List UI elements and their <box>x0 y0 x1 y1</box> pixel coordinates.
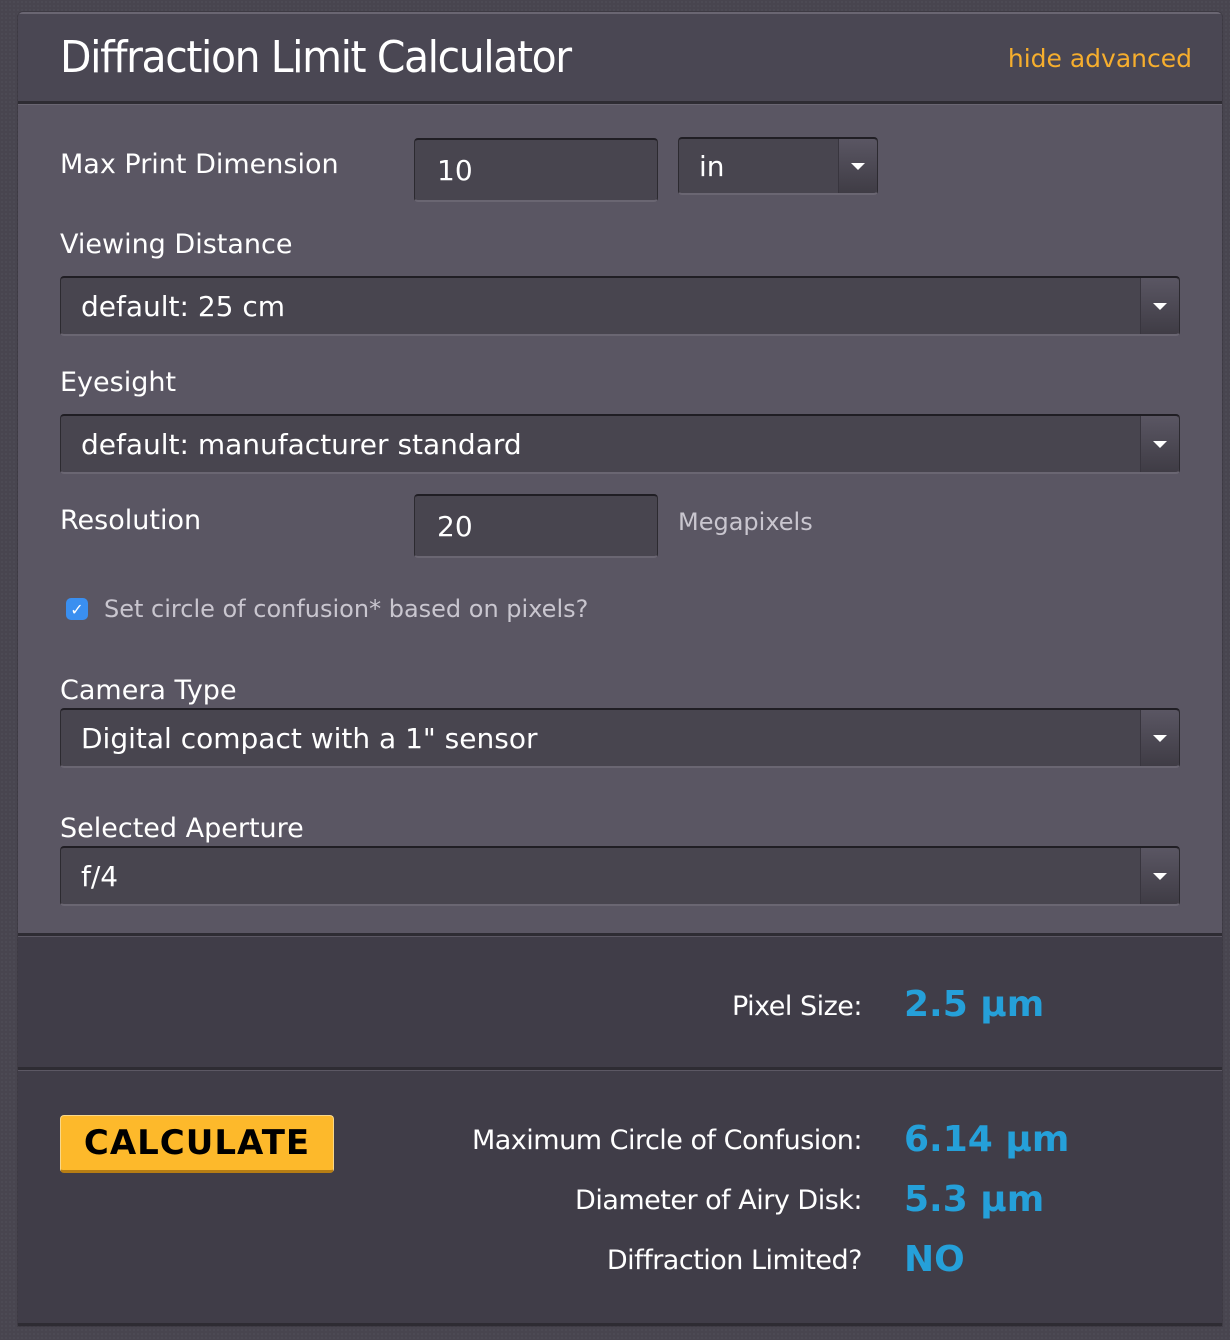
diffraction-limited-label: Diffraction Limited? <box>606 1245 863 1276</box>
page-title: Diffraction Limit Calculator <box>60 32 572 83</box>
resolution-label: Resolution <box>60 505 202 536</box>
pixel-size-value: 2.5 µm <box>904 984 1045 1025</box>
chevron-down-icon <box>1153 302 1167 310</box>
eyesight-value: default: manufacturer standard <box>81 427 522 461</box>
eyesight-select[interactable]: default: manufacturer standard <box>60 414 1180 474</box>
diffraction-limited-value: NO <box>904 1239 965 1280</box>
aperture-select[interactable]: f/4 <box>60 846 1180 906</box>
calculator-header: Diffraction Limit Calculator hide advanc… <box>18 12 1222 104</box>
results-section: CALCULATE Maximum Circle of Confusion: 6… <box>18 1070 1222 1326</box>
aperture-value: f/4 <box>81 859 119 893</box>
print-unit-select[interactable]: in <box>678 137 878 195</box>
viewing-distance-select[interactable]: default: 25 cm <box>60 276 1180 336</box>
coc-checkbox-label: Set circle of confusion* based on pixels… <box>104 595 589 623</box>
max-print-label: Max Print Dimension <box>60 149 339 180</box>
chevron-down-icon <box>1153 872 1167 880</box>
viewing-distance-label: Viewing Distance <box>60 229 293 260</box>
checkmark-icon: ✓ <box>70 599 84 619</box>
resolution-unit: Megapixels <box>678 508 813 536</box>
camera-type-select[interactable]: Digital compact with a 1" sensor <box>60 708 1180 768</box>
chevron-down-icon <box>1153 440 1167 448</box>
aperture-label: Selected Aperture <box>60 813 304 844</box>
coc-checkbox-row[interactable]: ✓ Set circle of confusion* based on pixe… <box>66 595 588 623</box>
eyesight-dropdown-button[interactable] <box>1140 416 1179 472</box>
max-coc-value: 6.14 µm <box>904 1119 1070 1160</box>
max-print-value: 10 <box>437 153 473 187</box>
airy-disk-label: Diameter of Airy Disk: <box>575 1185 862 1216</box>
coc-checkbox[interactable]: ✓ <box>66 598 88 620</box>
eyesight-label: Eyesight <box>60 367 177 398</box>
resolution-value: 20 <box>437 509 473 543</box>
max-print-input[interactable]: 10 <box>414 138 658 202</box>
aperture-dropdown-button[interactable] <box>1140 848 1179 904</box>
pixel-size-label: Pixel Size: <box>731 991 863 1022</box>
print-unit-dropdown-button[interactable] <box>838 139 877 193</box>
pixel-size-section: Pixel Size: 2.5 µm <box>18 936 1222 1070</box>
camera-type-dropdown-button[interactable] <box>1140 710 1179 766</box>
camera-type-label: Camera Type <box>60 675 237 706</box>
airy-disk-value: 5.3 µm <box>904 1179 1045 1220</box>
input-form: Max Print Dimension 10 in Viewing Distan… <box>18 104 1222 936</box>
viewing-distance-dropdown-button[interactable] <box>1140 278 1179 334</box>
chevron-down-icon <box>851 162 865 170</box>
print-unit-value: in <box>699 149 725 183</box>
calculate-button[interactable]: CALCULATE <box>60 1115 334 1173</box>
camera-type-value: Digital compact with a 1" sensor <box>81 721 538 755</box>
hide-advanced-link[interactable]: hide advanced <box>1008 44 1192 73</box>
viewing-distance-value: default: 25 cm <box>81 289 286 323</box>
chevron-down-icon <box>1153 734 1167 742</box>
resolution-input[interactable]: 20 <box>414 494 658 558</box>
calculator-panel: Diffraction Limit Calculator hide advanc… <box>18 12 1222 1326</box>
max-coc-label: Maximum Circle of Confusion: <box>471 1125 863 1156</box>
